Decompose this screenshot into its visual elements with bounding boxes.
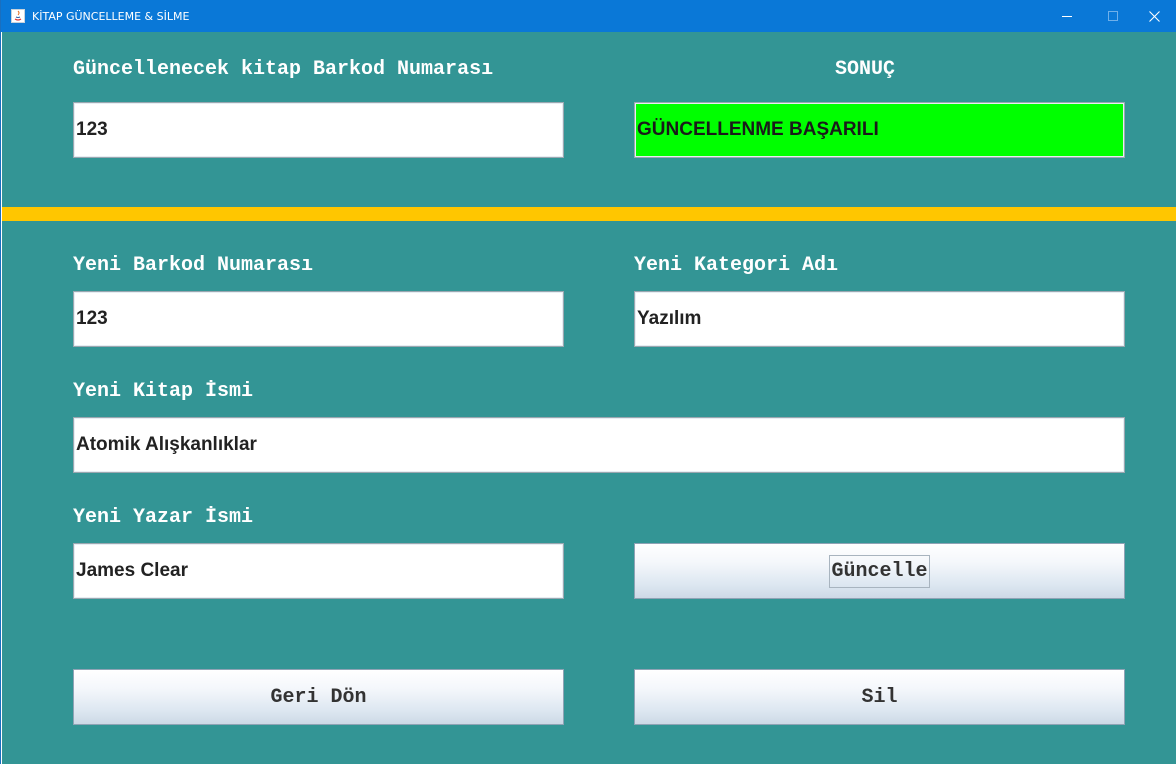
minimize-icon bbox=[1062, 16, 1072, 17]
back-button[interactable]: Geri Dön bbox=[73, 669, 564, 725]
new-barcode-label: Yeni Barkod Numarası bbox=[73, 254, 314, 277]
delete-button-label: Sil bbox=[861, 685, 898, 709]
new-book-name-input[interactable]: Atomik Alışkanlıklar bbox=[73, 417, 1125, 473]
close-icon bbox=[1148, 10, 1160, 22]
search-barcode-input[interactable]: 123 bbox=[73, 102, 564, 158]
new-author-input[interactable]: James Clear bbox=[73, 543, 564, 599]
form-panel: Güncellenecek kitap Barkod Numarası SONU… bbox=[2, 32, 1176, 764]
new-book-name-label: Yeni Kitap İsmi bbox=[73, 380, 254, 403]
maximize-button[interactable] bbox=[1090, 0, 1136, 32]
section-divider bbox=[2, 207, 1176, 221]
result-field: GÜNCELLENME BAŞARILI bbox=[634, 102, 1125, 158]
minimize-button[interactable] bbox=[1044, 0, 1090, 32]
java-app-icon bbox=[11, 9, 25, 23]
new-barcode-input[interactable]: 123 bbox=[73, 291, 564, 347]
app-window: KİTAP GÜNCELLEME & SİLME Güncellenecek k… bbox=[0, 0, 1176, 764]
close-button[interactable] bbox=[1131, 0, 1176, 32]
update-button-label: Güncelle bbox=[829, 554, 930, 588]
result-label: SONUÇ bbox=[835, 58, 896, 81]
new-category-label: Yeni Kategori Adı bbox=[634, 254, 839, 277]
update-button[interactable]: Güncelle bbox=[634, 543, 1125, 599]
window-title: KİTAP GÜNCELLEME & SİLME bbox=[32, 10, 190, 23]
title-bar[interactable]: KİTAP GÜNCELLEME & SİLME bbox=[1, 0, 1176, 32]
back-button-label: Geri Dön bbox=[270, 685, 367, 709]
new-author-label: Yeni Yazar İsmi bbox=[73, 506, 254, 529]
search-barcode-label: Güncellenecek kitap Barkod Numarası bbox=[73, 58, 494, 81]
new-category-input[interactable]: Yazılım bbox=[634, 291, 1125, 347]
maximize-icon bbox=[1108, 11, 1118, 21]
delete-button[interactable]: Sil bbox=[634, 669, 1125, 725]
